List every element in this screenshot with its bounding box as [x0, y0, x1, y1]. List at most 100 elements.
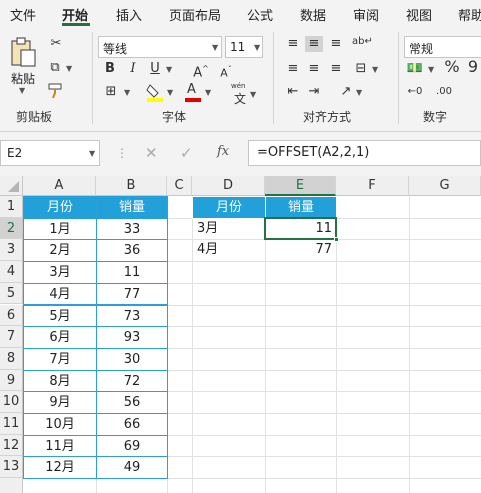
align-middle-icon[interactable]: ≡: [305, 36, 323, 52]
tab-formulas[interactable]: 公式: [247, 5, 273, 24]
row-header-8[interactable]: 8: [0, 347, 23, 370]
row-header-11[interactable]: 11: [0, 413, 23, 435]
row-header-2[interactable]: 2: [0, 217, 23, 240]
cancel-icon[interactable]: ✕: [145, 144, 158, 162]
table-cell-month[interactable]: 1月: [23, 217, 97, 241]
copy-icon[interactable]: ⧉: [46, 60, 64, 76]
table-cell-month[interactable]: 8月: [23, 369, 97, 393]
result-cell-month[interactable]: 3月: [192, 218, 266, 241]
result-header-sales[interactable]: 销量: [265, 196, 337, 219]
column-header-d[interactable]: D: [192, 176, 265, 196]
worksheet-grid[interactable]: ABCDEFG 1 2 3 4 5 6 7 8 9 10 11 12 13 月份 销量 1月 33 2月 36 3月…: [0, 176, 481, 493]
select-all-corner[interactable]: [0, 176, 23, 196]
table-cell-sales[interactable]: 56: [96, 391, 168, 414]
tab-home[interactable]: 开始: [62, 5, 88, 24]
chevron-down-icon[interactable]: ▼: [212, 43, 218, 52]
tab-review[interactable]: 审阅: [353, 5, 379, 24]
tab-page-layout[interactable]: 页面布局: [169, 5, 221, 24]
row-header-10[interactable]: 10: [0, 391, 23, 413]
row-header-1[interactable]: 1: [0, 196, 23, 218]
tab-data[interactable]: 数据: [300, 5, 326, 24]
table-header-month[interactable]: 月份: [23, 196, 97, 219]
column-header-a[interactable]: A: [23, 176, 96, 196]
merge-center-icon[interactable]: ⊟: [352, 61, 370, 77]
phonetic-guide-icon[interactable]: 文: [234, 90, 246, 107]
table-cell-sales[interactable]: 66: [96, 413, 168, 436]
align-left-icon[interactable]: ≡: [284, 61, 302, 77]
percent-icon[interactable]: %: [443, 59, 461, 75]
enter-icon[interactable]: ✓: [180, 144, 193, 162]
wrap-text-icon[interactable]: ab↵: [352, 34, 373, 50]
paste-button[interactable]: 粘贴: [11, 70, 35, 87]
chevron-down-icon[interactable]: ▼: [166, 65, 172, 74]
column-header-e[interactable]: E: [265, 176, 336, 196]
formula-input[interactable]: =OFFSET(A2,2,1): [248, 140, 481, 166]
table-cell-sales[interactable]: 11: [96, 261, 168, 284]
table-cell-month[interactable]: 4月: [23, 282, 97, 306]
chevron-down-icon[interactable]: ▼: [19, 86, 25, 95]
tab-insert[interactable]: 插入: [116, 5, 142, 24]
fill-color-icon[interactable]: [146, 82, 164, 102]
table-header-sales[interactable]: 销量: [96, 196, 168, 219]
tab-help[interactable]: 帮助: [458, 5, 481, 24]
font-color-icon[interactable]: A: [185, 82, 201, 102]
row-header-6[interactable]: 6: [0, 304, 23, 327]
align-top-icon[interactable]: ≡: [284, 36, 302, 52]
row-header-4[interactable]: 4: [0, 261, 23, 283]
paste-icon[interactable]: [8, 36, 38, 70]
chevron-down-icon[interactable]: ▼: [205, 88, 211, 97]
borders-icon[interactable]: ⊞: [103, 84, 119, 100]
table-cell-sales[interactable]: 49: [96, 456, 168, 480]
column-header-g[interactable]: G: [409, 176, 481, 196]
table-cell-sales[interactable]: 33: [96, 217, 168, 241]
result-cell-month[interactable]: 4月: [192, 239, 266, 262]
table-cell-sales[interactable]: 77: [96, 282, 168, 306]
align-bottom-icon[interactable]: ≡: [327, 36, 345, 52]
fill-handle[interactable]: [334, 237, 339, 243]
increase-font-icon[interactable]: A^: [193, 61, 209, 81]
decrease-font-icon[interactable]: Aˇ: [218, 62, 234, 82]
table-cell-sales[interactable]: 69: [96, 434, 168, 458]
table-cell-month[interactable]: 2月: [23, 239, 97, 263]
table-cell-month[interactable]: 5月: [23, 304, 97, 328]
row-header-3[interactable]: 3: [0, 239, 23, 262]
align-center-icon[interactable]: ≡: [305, 61, 323, 77]
row-header-12[interactable]: 12: [0, 434, 23, 457]
column-header-c[interactable]: C: [167, 176, 192, 196]
row-header-9[interactable]: 9: [0, 369, 23, 392]
chevron-down-icon[interactable]: ▼: [66, 64, 72, 73]
orientation-icon[interactable]: ↗: [337, 84, 355, 100]
result-header-month[interactable]: 月份: [192, 196, 266, 219]
table-cell-month[interactable]: 3月: [23, 261, 97, 284]
bold-icon[interactable]: B: [103, 61, 117, 77]
chevron-down-icon[interactable]: ▼: [89, 149, 95, 158]
tab-view[interactable]: 视图: [406, 5, 432, 24]
table-cell-sales[interactable]: 73: [96, 304, 168, 328]
decrease-decimal-icon[interactable]: .00: [433, 84, 455, 100]
table-cell-sales[interactable]: 93: [96, 326, 168, 349]
align-right-icon[interactable]: ≡: [327, 61, 345, 77]
column-header-b[interactable]: B: [96, 176, 167, 196]
decrease-indent-icon[interactable]: ⇤: [284, 84, 302, 100]
currency-icon[interactable]: 💵: [405, 61, 425, 77]
table-cell-sales[interactable]: 30: [96, 347, 168, 371]
row-header-7[interactable]: 7: [0, 326, 23, 348]
table-cell-month[interactable]: 7月: [23, 347, 97, 371]
chevron-down-icon[interactable]: ▼: [428, 65, 434, 74]
chevron-down-icon[interactable]: ▼: [167, 88, 173, 97]
cut-icon[interactable]: ✂: [47, 36, 65, 52]
chevron-down-icon[interactable]: ▼: [356, 88, 362, 97]
result-cell-sales[interactable]: 77: [265, 239, 337, 262]
row-header-13[interactable]: 13: [0, 456, 23, 479]
chevron-down-icon[interactable]: ▼: [372, 65, 378, 74]
comma-style-icon[interactable]: 9: [466, 59, 480, 75]
insert-function-icon[interactable]: fx: [217, 144, 229, 159]
format-painter-icon[interactable]: [47, 83, 65, 99]
table-cell-month[interactable]: 9月: [23, 391, 97, 414]
table-cell-sales[interactable]: 72: [96, 369, 168, 393]
table-cell-month[interactable]: 10月: [23, 413, 97, 436]
table-cell-sales[interactable]: 36: [96, 239, 168, 263]
number-format-select[interactable]: 常规: [404, 36, 481, 58]
tab-file[interactable]: 文件: [10, 5, 36, 24]
chevron-down-icon[interactable]: ▼: [254, 43, 260, 52]
